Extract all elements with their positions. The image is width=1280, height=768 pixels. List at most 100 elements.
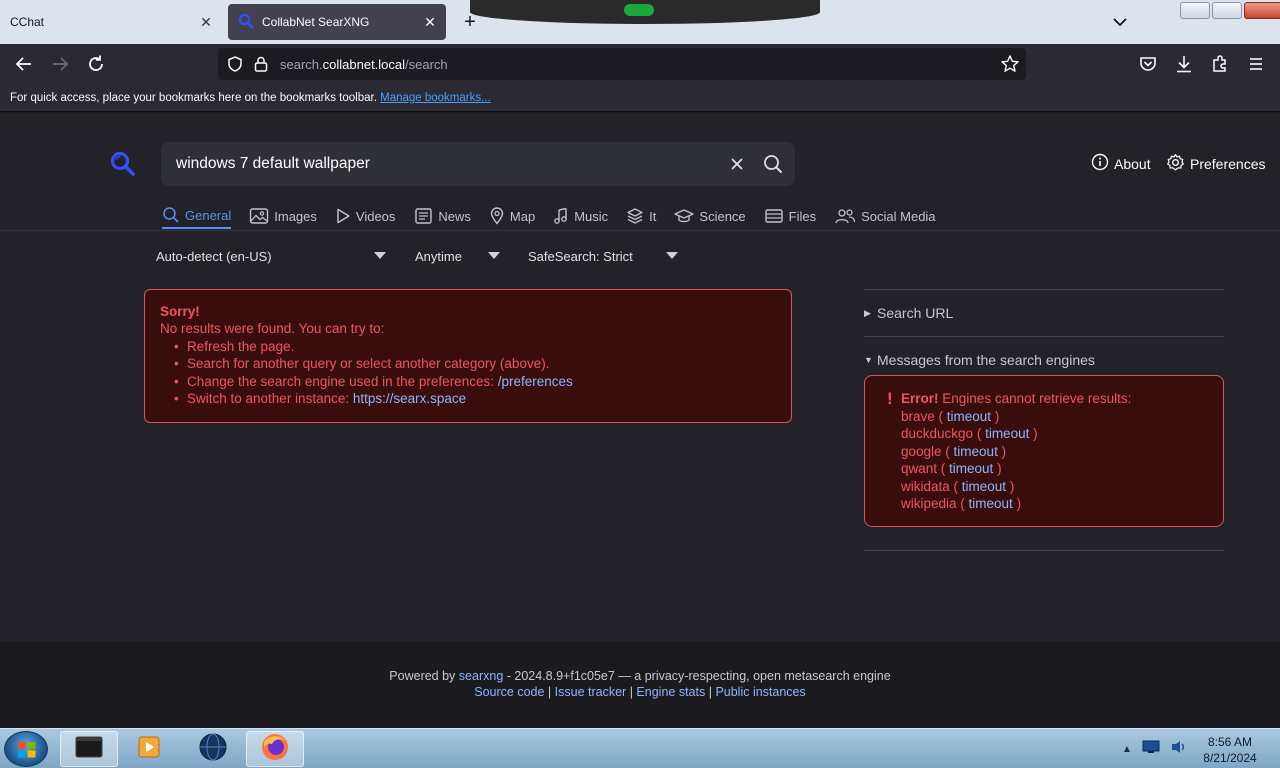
bookmark-star-icon[interactable] bbox=[1000, 54, 1020, 79]
engine-status-link[interactable]: timeout bbox=[985, 426, 1029, 441]
preferences-link[interactable]: Preferences bbox=[1166, 153, 1265, 175]
tab-music[interactable]: Music bbox=[553, 203, 608, 229]
engine-name: wikipedia bbox=[901, 496, 957, 511]
clock-time: 8:56 AM bbox=[1207, 735, 1253, 749]
bookmarks-hint: For quick access, place your bookmarks h… bbox=[10, 92, 377, 104]
searxng-link[interactable]: searxng bbox=[459, 669, 503, 683]
footer-separator: | bbox=[629, 684, 633, 699]
tab-science[interactable]: Science bbox=[674, 203, 746, 229]
list-item: Change the search engine used in the pre… bbox=[174, 373, 776, 391]
chevron-down-icon bbox=[666, 252, 678, 259]
engine-status-link[interactable]: timeout bbox=[969, 496, 1013, 511]
windows-logo-icon bbox=[18, 742, 36, 758]
engine-row: wikidata ( timeout ) bbox=[901, 478, 1015, 494]
network-icon[interactable] bbox=[1142, 740, 1160, 759]
footer-line-2: Source code | Issue tracker | Engine sta… bbox=[0, 685, 1280, 701]
taskbar-terminal[interactable] bbox=[60, 731, 118, 767]
minimize-button[interactable] bbox=[1180, 2, 1210, 19]
back-arrow-icon[interactable] bbox=[12, 52, 36, 76]
shield-icon[interactable] bbox=[226, 55, 244, 78]
triangle-down-icon: ▼ bbox=[864, 355, 873, 365]
tab-title: CollabNet SearXNG bbox=[262, 15, 370, 29]
preferences-label: Preferences bbox=[1190, 156, 1266, 172]
show-hidden-icons-icon[interactable]: ▲ bbox=[1122, 744, 1132, 755]
tab-news[interactable]: News bbox=[413, 203, 471, 229]
address-bar[interactable]: search.collabnet.local/search bbox=[218, 48, 1026, 80]
tab-images[interactable]: Images bbox=[249, 203, 317, 229]
tab-label: Social Media bbox=[861, 208, 936, 224]
search-submit-icon[interactable] bbox=[761, 152, 785, 176]
tab-cchat[interactable]: CChat ✕ bbox=[0, 4, 222, 40]
divider bbox=[864, 550, 1224, 551]
reload-icon[interactable] bbox=[84, 52, 108, 76]
chevron-down-icon bbox=[488, 252, 500, 259]
hamburger-menu-icon[interactable] bbox=[1244, 52, 1268, 76]
taskbar-media-player[interactable] bbox=[120, 731, 178, 767]
tab-close-icon[interactable]: ✕ bbox=[198, 14, 214, 30]
page-footer: Powered by searxng - 2024.8.9+f1c05e7 — … bbox=[0, 642, 1280, 728]
manage-bookmarks-link[interactable]: Manage bookmarks... bbox=[380, 92, 491, 104]
tab-map[interactable]: Map bbox=[489, 203, 535, 229]
preferences-link[interactable]: /preferences bbox=[498, 374, 573, 389]
tab-strip: CChat ✕ CollabNet SearXNG ✕ + bbox=[0, 0, 1280, 44]
tab-general[interactable]: General bbox=[162, 203, 232, 229]
tab-label: Science bbox=[699, 208, 746, 224]
tab-videos[interactable]: Videos bbox=[335, 203, 396, 229]
extensions-icon[interactable] bbox=[1208, 52, 1232, 76]
tab-it[interactable]: It bbox=[626, 203, 656, 229]
tab-social-media[interactable]: Social Media bbox=[834, 203, 936, 229]
people-icon bbox=[834, 207, 856, 225]
source-code-link[interactable]: Source code bbox=[474, 685, 544, 699]
windows-taskbar: ▲ 8:56 AM 8/21/2024 bbox=[0, 728, 1280, 768]
bookmarks-toolbar: For quick access, place your bookmarks h… bbox=[0, 84, 1280, 112]
taskbar-globe-app[interactable] bbox=[184, 731, 242, 767]
about-link[interactable]: About bbox=[1091, 153, 1151, 174]
taskbar-firefox[interactable] bbox=[246, 731, 304, 767]
search-input[interactable] bbox=[176, 155, 716, 173]
system-clock[interactable]: 8:56 AM 8/21/2024 bbox=[1190, 734, 1270, 766]
tab-label: Videos bbox=[355, 208, 396, 224]
clear-search-icon[interactable] bbox=[727, 154, 747, 174]
bookmarks-message: For quick access, place your bookmarks h… bbox=[10, 92, 491, 104]
engine-status-link[interactable]: timeout bbox=[954, 444, 998, 459]
searxng-logo-icon[interactable] bbox=[108, 149, 138, 179]
engine-messages-label: Messages from the search engines bbox=[877, 352, 1095, 368]
footer-separator: | bbox=[547, 684, 552, 699]
downloads-icon[interactable] bbox=[1172, 52, 1196, 76]
tab-label: Music bbox=[574, 208, 609, 224]
restore-button[interactable] bbox=[1212, 2, 1242, 19]
engine-status-link[interactable]: timeout bbox=[962, 479, 1006, 494]
tab-files[interactable]: Files bbox=[764, 203, 816, 229]
issue-tracker-link[interactable]: Issue tracker bbox=[555, 685, 627, 699]
engine-row: qwant ( timeout ) bbox=[901, 461, 1002, 476]
time-range-select[interactable]: Anytime bbox=[415, 249, 500, 264]
engine-status-link[interactable]: timeout bbox=[949, 461, 993, 476]
close-window-button[interactable] bbox=[1244, 2, 1280, 19]
forward-arrow-icon[interactable] bbox=[48, 52, 72, 76]
firefox-icon bbox=[260, 732, 290, 767]
volume-icon[interactable] bbox=[1170, 739, 1188, 760]
list-all-tabs-icon[interactable] bbox=[1110, 12, 1130, 32]
engine-stats-link[interactable]: Engine stats bbox=[636, 685, 705, 699]
tab-close-icon[interactable]: ✕ bbox=[422, 14, 438, 30]
tab-collabnet-searxng[interactable]: CollabNet SearXNG ✕ bbox=[228, 4, 446, 40]
search-url-toggle[interactable]: ▶ Search URL bbox=[864, 290, 1224, 336]
start-button[interactable] bbox=[4, 731, 48, 767]
tip-engine: Change the search engine used in the pre… bbox=[187, 373, 494, 389]
engine-status-link[interactable]: timeout bbox=[947, 409, 991, 424]
pocket-icon[interactable] bbox=[1136, 52, 1160, 76]
safesearch-select[interactable]: SafeSearch: Strict bbox=[528, 249, 678, 264]
engine-name: google bbox=[901, 443, 942, 459]
language-select[interactable]: Auto-detect (en-US) bbox=[156, 249, 386, 264]
image-icon bbox=[249, 207, 269, 225]
powered-by-text: Powered by bbox=[389, 669, 456, 683]
engine-row: brave ( timeout ) bbox=[901, 408, 1000, 424]
search-icon bbox=[162, 206, 180, 224]
public-instances-link[interactable]: Public instances bbox=[715, 685, 805, 699]
search-results-page: About Preferences General Images Videos bbox=[0, 113, 1280, 728]
search-box bbox=[161, 142, 795, 186]
searx-space-link[interactable]: https://searx.space bbox=[353, 391, 466, 406]
lock-icon[interactable] bbox=[253, 55, 269, 78]
category-tabs: General Images Videos News Map Music It … bbox=[162, 203, 936, 231]
new-tab-button[interactable]: + bbox=[458, 10, 482, 34]
